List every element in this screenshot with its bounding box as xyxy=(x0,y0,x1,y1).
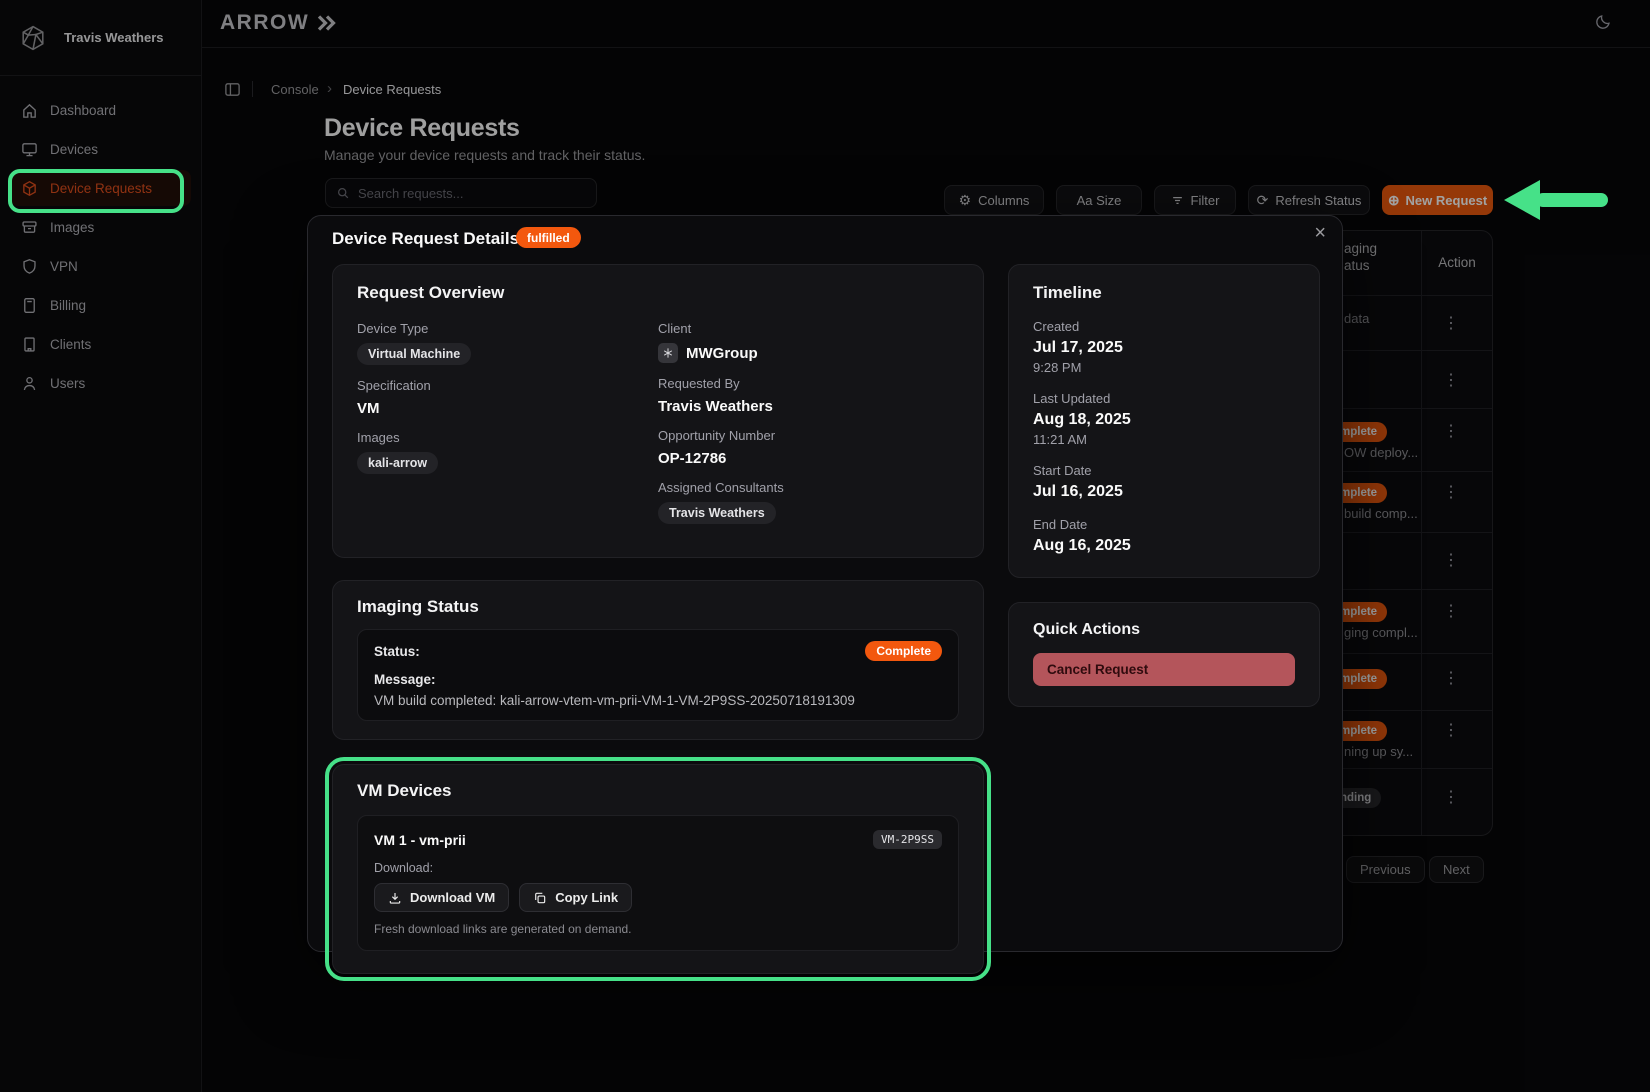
requested-by-label: Requested By xyxy=(658,376,959,391)
copy-link-label: Copy Link xyxy=(555,890,618,905)
timeline-created-date: Jul 17, 2025 xyxy=(1033,339,1295,357)
download-icon xyxy=(388,891,402,905)
copy-link-button[interactable]: Copy Link xyxy=(519,883,632,912)
images-chip: kali-arrow xyxy=(357,452,438,474)
imaging-status-box: Status: Complete Message: VM build compl… xyxy=(357,629,959,721)
copy-icon xyxy=(533,891,547,905)
modal-title: Device Request Details xyxy=(332,229,519,249)
complete-badge: Complete xyxy=(865,641,942,661)
device-request-details-modal: Device Request Details fulfilled × Reque… xyxy=(307,215,1343,952)
timeline-updated-time: 11:21 AM xyxy=(1033,432,1295,447)
download-note: Fresh download links are generated on de… xyxy=(374,922,942,936)
download-label: Download: xyxy=(374,861,942,875)
timeline-updated-date: Aug 18, 2025 xyxy=(1033,411,1295,429)
timeline-created-time: 9:28 PM xyxy=(1033,360,1295,375)
quick-actions-card: Quick Actions Cancel Request xyxy=(1008,602,1320,707)
request-overview-card: Request Overview Device Type Virtual Mac… xyxy=(332,264,984,558)
download-vm-button[interactable]: Download VM xyxy=(374,883,509,912)
client-value: MWGroup xyxy=(686,345,758,362)
timeline-end-label: End Date xyxy=(1033,517,1295,532)
request-overview-heading: Request Overview xyxy=(357,283,959,303)
quick-actions-heading: Quick Actions xyxy=(1033,621,1295,639)
vm-device-item: VM 1 - vm-prii VM-2P9SS Download: Downlo… xyxy=(357,815,959,951)
consultant-chip: Travis Weathers xyxy=(658,502,776,524)
specification-label: Specification xyxy=(357,378,658,393)
timeline-heading: Timeline xyxy=(1033,283,1295,303)
close-icon[interactable]: × xyxy=(1314,220,1326,246)
client-label: Client xyxy=(658,321,959,336)
fulfilled-badge: fulfilled xyxy=(516,227,581,248)
timeline-created-label: Created xyxy=(1033,319,1295,334)
device-type-chip: Virtual Machine xyxy=(357,343,471,365)
opportunity-number-value: OP-12786 xyxy=(658,450,959,467)
vm-devices-card: VM Devices VM 1 - vm-prii VM-2P9SS Downl… xyxy=(332,764,984,974)
cancel-request-button[interactable]: Cancel Request xyxy=(1033,653,1295,686)
timeline-card: Timeline Created Jul 17, 2025 9:28 PM La… xyxy=(1008,264,1320,578)
assigned-consultants-label: Assigned Consultants xyxy=(658,480,959,495)
download-vm-label: Download VM xyxy=(410,890,495,905)
timeline-start-label: Start Date xyxy=(1033,463,1295,478)
images-label: Images xyxy=(357,430,658,445)
vm-device-name: VM 1 - vm-prii xyxy=(374,832,466,848)
status-label: Status: xyxy=(374,644,420,659)
message-label: Message: xyxy=(374,672,942,687)
opportunity-number-label: Opportunity Number xyxy=(658,428,959,443)
timeline-start-date: Jul 16, 2025 xyxy=(1033,483,1295,501)
device-type-label: Device Type xyxy=(357,321,658,336)
app-screen: Travis Weathers Dashboard Devices Device… xyxy=(0,0,1650,1092)
specification-value: VM xyxy=(357,400,658,417)
imaging-message: VM build completed: kali-arrow-vtem-vm-p… xyxy=(374,693,942,708)
modal-left-column: Request Overview Device Type Virtual Mac… xyxy=(332,264,984,974)
requested-by-value: Travis Weathers xyxy=(658,398,959,415)
client-avatar xyxy=(658,343,678,363)
vm-devices-heading: VM Devices xyxy=(357,781,959,801)
imaging-status-heading: Imaging Status xyxy=(357,597,959,617)
timeline-updated-label: Last Updated xyxy=(1033,391,1295,406)
modal-right-column: Timeline Created Jul 17, 2025 9:28 PM La… xyxy=(1008,264,1320,707)
timeline-end-date: Aug 16, 2025 xyxy=(1033,537,1295,555)
imaging-status-card: Imaging Status Status: Complete Message:… xyxy=(332,580,984,740)
vm-device-id-badge: VM-2P9SS xyxy=(873,830,942,849)
